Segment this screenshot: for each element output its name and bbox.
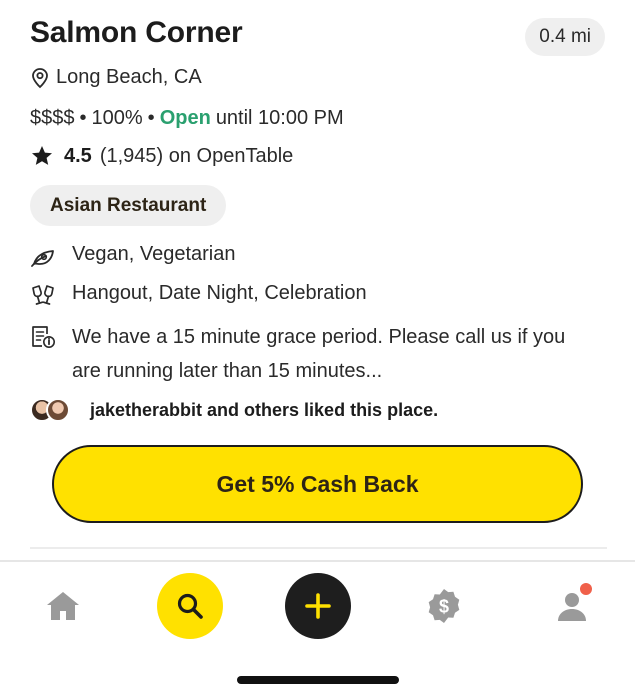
hours-text: until 10:00 PM xyxy=(215,107,344,129)
search-button-circle xyxy=(157,573,223,639)
bottom-nav: $ xyxy=(0,573,635,639)
nav-add[interactable] xyxy=(285,573,351,639)
plus-icon xyxy=(305,593,331,619)
category-tag[interactable]: Asian Restaurant xyxy=(30,185,227,226)
home-icon xyxy=(47,592,79,620)
liked-text: jaketherabbit and others liked this plac… xyxy=(90,399,439,420)
location-text: Long Beach, CA xyxy=(56,66,202,88)
location-pin-icon xyxy=(32,67,48,88)
separator-dot: • xyxy=(79,107,87,129)
dietary-text: Vegan, Vegetarian xyxy=(72,243,236,265)
add-button-circle xyxy=(285,573,351,639)
notification-dot xyxy=(580,583,592,595)
rating-score: 4.5 xyxy=(64,144,92,167)
nav-home[interactable] xyxy=(30,574,96,638)
leaf-icon xyxy=(30,243,56,269)
search-icon xyxy=(177,593,203,619)
section-divider xyxy=(30,547,607,549)
occasions-text: Hangout, Date Night, Celebration xyxy=(72,282,367,304)
avatar xyxy=(46,398,70,422)
home-indicator[interactable] xyxy=(237,676,399,684)
policy-document-icon xyxy=(30,324,56,350)
review-count: (1,945) on OpenTable xyxy=(99,144,294,167)
restaurant-name[interactable]: Salmon Corner xyxy=(30,16,243,50)
policy-row[interactable]: We have a 15 minute grace period. Please… xyxy=(30,320,590,388)
nav-divider xyxy=(0,560,635,562)
cash-back-button[interactable]: Get 5% Cash Back xyxy=(52,445,583,523)
dietary-row: Vegan, Vegetarian xyxy=(30,243,235,269)
liked-avatars xyxy=(30,396,74,424)
separator-dot: • xyxy=(147,107,155,129)
cheers-glasses-icon xyxy=(30,282,56,308)
open-status: Open xyxy=(159,107,211,129)
cash-badge-icon: $ xyxy=(428,589,460,623)
occasions-row: Hangout, Date Night, Celebration xyxy=(30,282,367,308)
nav-cash-back[interactable]: $ xyxy=(411,574,477,638)
nav-profile[interactable] xyxy=(539,574,605,638)
nav-search[interactable] xyxy=(157,573,223,639)
price-level: $$$$ xyxy=(30,107,75,129)
match-percent: 100% xyxy=(91,107,143,129)
star-icon xyxy=(32,146,52,165)
liked-row[interactable]: jaketherabbit and others liked this plac… xyxy=(30,396,438,424)
rating-row[interactable]: 4.5 (1,945) on OpenTable xyxy=(30,144,293,168)
restaurant-card[interactable]: Salmon Corner 0.4 mi Long Beach, CA $$$$… xyxy=(0,0,635,560)
meta-row: $$$$ • 100% • Open until 10:00 PM xyxy=(30,107,344,130)
policy-text: We have a 15 minute grace period. Please… xyxy=(72,326,566,382)
location-row: Long Beach, CA xyxy=(30,66,202,89)
svg-text:$: $ xyxy=(439,597,449,617)
distance-badge: 0.4 mi xyxy=(525,18,605,56)
